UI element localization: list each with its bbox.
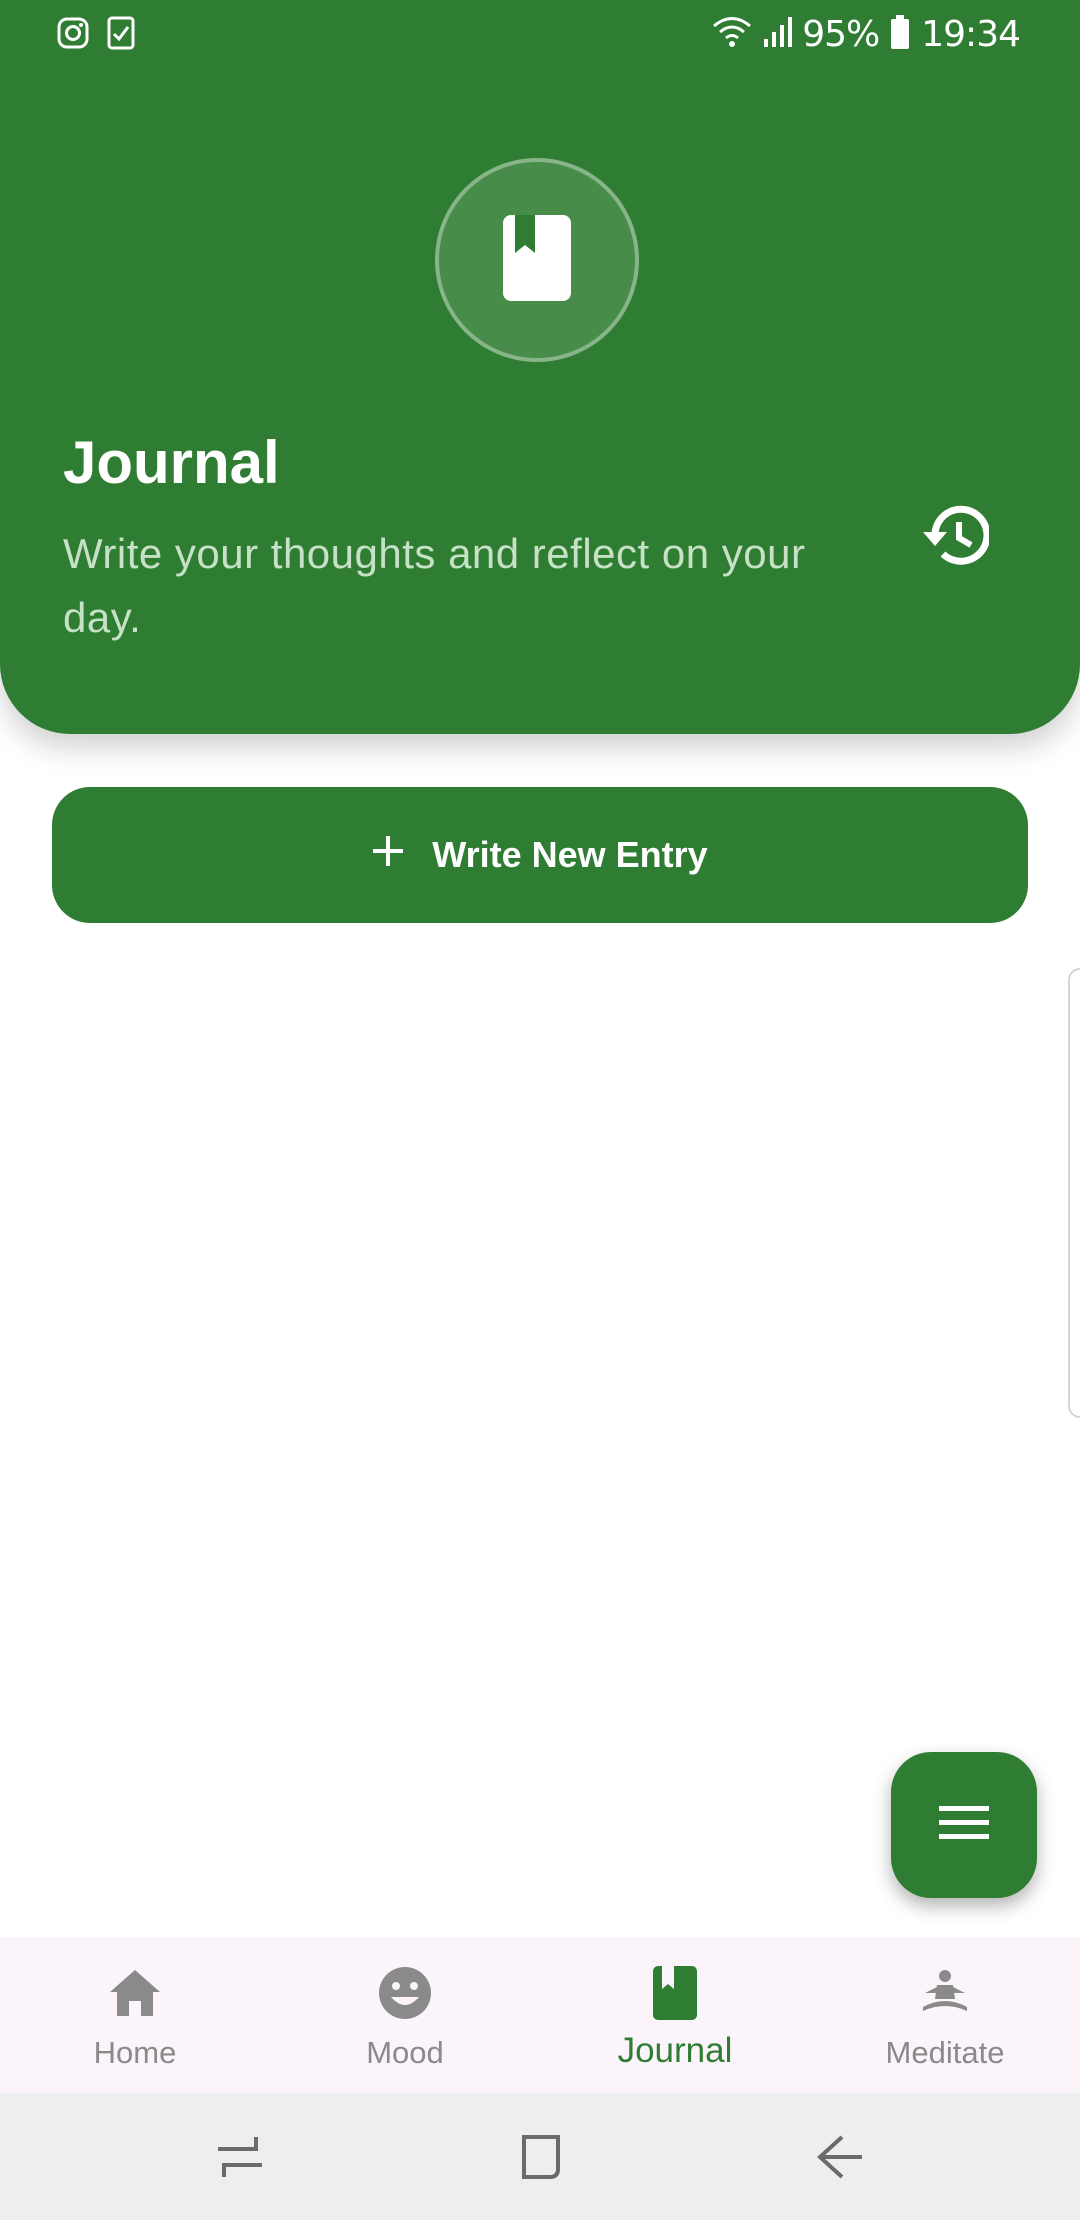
nav-label-home: Home [93,2035,177,2070]
system-navigation-bar [0,2093,1080,2220]
bottom-navigation: Home Mood Journal Meditate [0,1937,1080,2093]
back-icon[interactable] [812,2129,868,2185]
recent-apps-icon[interactable] [212,2129,268,2185]
write-new-entry-button[interactable]: Write New Entry [52,787,1028,923]
menu-icon [939,1805,989,1846]
plus-icon [372,834,404,876]
wifi-icon [712,15,752,54]
instagram-icon [56,16,90,50]
home-button-icon[interactable] [512,2129,568,2185]
page-title: Journal [63,429,280,496]
journal-logo [435,158,639,362]
nav-item-mood[interactable]: Mood [270,1937,540,2093]
menu-fab[interactable] [891,1752,1037,1898]
meditate-icon [915,1963,975,2023]
nav-label-journal: Journal [617,2031,733,2070]
nav-item-meditate[interactable]: Meditate [810,1937,1080,2093]
battery-icon [889,14,911,55]
nav-label-mood: Mood [366,2035,444,2070]
smiley-icon [375,1963,435,2023]
journal-header: 95% 19:34 Journal Write your thoughts an… [0,0,1080,734]
write-new-entry-label: Write New Entry [432,834,708,875]
status-bar: 95% 19:34 [0,0,1080,66]
task-check-icon [104,16,138,50]
history-button[interactable] [914,498,994,578]
home-icon [105,1963,165,2023]
nav-item-home[interactable]: Home [0,1937,270,2093]
edge-panel-handle[interactable] [1068,968,1080,1418]
clock: 19:34 [921,13,1021,55]
book-icon [645,1963,705,2023]
nav-label-meditate: Meditate [885,2035,1005,2070]
battery-percent: 95% [802,13,880,55]
page-subtitle: Write your thoughts and reflect on your … [63,530,806,641]
nav-item-journal[interactable]: Journal [540,1937,810,2093]
book-icon [501,213,573,308]
history-icon [919,504,991,573]
signal-icon [762,15,793,54]
